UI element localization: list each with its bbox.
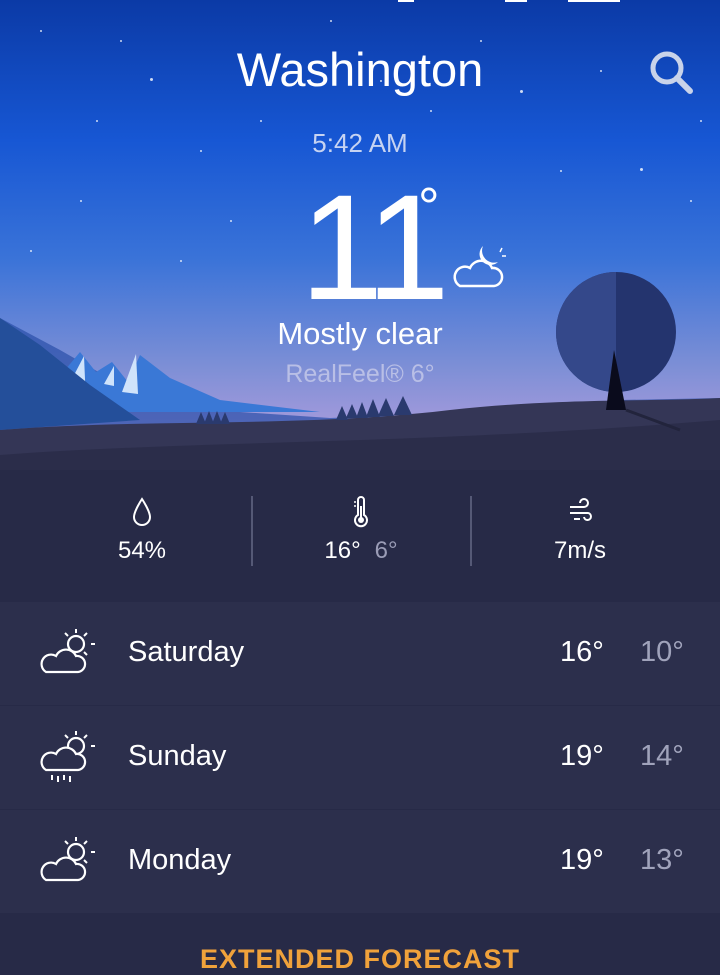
thermometer-icon <box>354 496 368 528</box>
forecast-low: 13° <box>640 844 684 876</box>
humidity-stat: 54% <box>32 495 252 565</box>
wind-stat: 7m/s <box>470 495 690 565</box>
humidity-value: 54% <box>117 537 167 564</box>
forecast-high: 16° <box>560 636 604 668</box>
wind-value: 7m/s <box>553 537 606 564</box>
temperature-low: 6° <box>374 537 398 564</box>
forecast-low: 10° <box>640 636 684 668</box>
temperature-range-stat: 16° 6° <box>251 495 471 565</box>
forecast-day: Saturday <box>128 636 245 668</box>
forecast-high: 19° <box>560 740 604 772</box>
forecast-day: Monday <box>128 844 232 876</box>
wind-icon <box>570 498 592 521</box>
realfeel-text: RealFeel® 6° <box>285 360 435 388</box>
weather-hero: Washington 5:42 AM 11 ° Mostly clear Rea… <box>0 0 720 470</box>
forecast-day: Sunday <box>128 740 227 772</box>
stats-bar: 54% 16° 6° 7m/s <box>0 470 720 602</box>
sun-cloud-rain-icon <box>40 731 95 782</box>
partly-sunny-icon <box>40 837 95 882</box>
forecast-high: 19° <box>560 844 604 876</box>
local-time: 5:42 AM <box>312 128 408 158</box>
forecast-row-sunday[interactable]: Sunday 19° 14° <box>0 706 720 809</box>
droplet-icon <box>132 497 152 526</box>
forecast-low: 14° <box>640 740 684 772</box>
forecast-row-monday[interactable]: Monday 19° 13° <box>0 810 720 913</box>
forecast-row-saturday[interactable]: Saturday 16° 10° <box>0 602 720 705</box>
cloud-moon-icon <box>453 246 506 288</box>
search-icon[interactable] <box>647 48 695 96</box>
city-title: Washington <box>236 43 484 96</box>
condition-text: Mostly clear <box>277 316 443 351</box>
partly-sunny-icon <box>40 629 95 674</box>
degree-symbol: ° <box>418 177 440 237</box>
temperature-high: 16° <box>324 537 361 564</box>
